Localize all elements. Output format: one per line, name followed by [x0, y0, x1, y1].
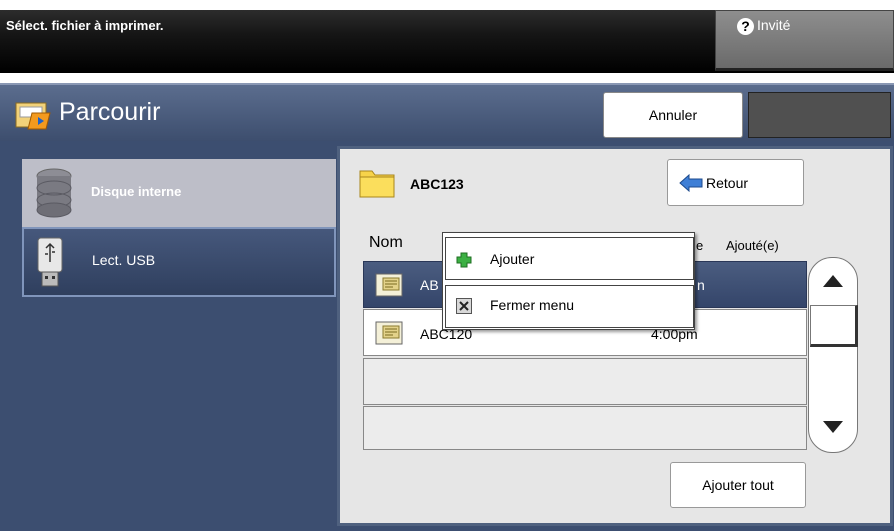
scroll-up-button[interactable]: [813, 264, 853, 298]
menu-item-label: Ajouter: [490, 251, 535, 267]
hard-disk-icon: [36, 168, 72, 218]
current-folder-name: ABC123: [410, 176, 464, 192]
sidebar-item-usb[interactable]: [22, 227, 336, 297]
table-row-empty: [363, 406, 807, 450]
add-all-button[interactable]: Ajouter tout: [670, 462, 806, 508]
file-time: n: [697, 277, 705, 293]
back-arrow-icon: [679, 174, 703, 192]
triangle-down-icon: [823, 421, 843, 433]
blank-button[interactable]: [748, 92, 891, 138]
folder-icon: [359, 170, 395, 198]
user-label: Invité: [757, 17, 791, 33]
sidebar-item-label-usb: Lect. USB: [92, 252, 156, 268]
menu-item-add[interactable]: [445, 237, 694, 280]
file-icon: [375, 321, 403, 345]
back-button-label: Retour: [706, 175, 749, 191]
folder-browse-icon: [15, 102, 51, 130]
column-header-name[interactable]: Nom: [369, 234, 403, 252]
page-title: Parcourir: [59, 98, 161, 126]
scrollbar-thumb[interactable]: [810, 305, 858, 347]
triangle-up-icon: [823, 275, 843, 287]
status-message: Sélect. fichier à imprimer.: [6, 18, 164, 33]
cancel-button[interactable]: Annuler: [603, 92, 743, 138]
column-header-added[interactable]: Ajouté(e): [726, 238, 779, 253]
table-row-empty: [363, 358, 807, 405]
add-plus-icon: [456, 252, 472, 268]
help-question-icon: ?: [737, 18, 754, 35]
column-header-partial: e: [696, 238, 704, 253]
usb-drive-icon: [37, 237, 63, 287]
scroll-down-button[interactable]: [813, 410, 853, 444]
sidebar-item-label-internal-disk: Disque interne: [91, 184, 182, 199]
file-icon: [375, 273, 403, 297]
close-x-icon: [456, 298, 472, 314]
menu-item-label: Fermer menu: [490, 297, 575, 313]
file-name: AB: [420, 277, 439, 293]
